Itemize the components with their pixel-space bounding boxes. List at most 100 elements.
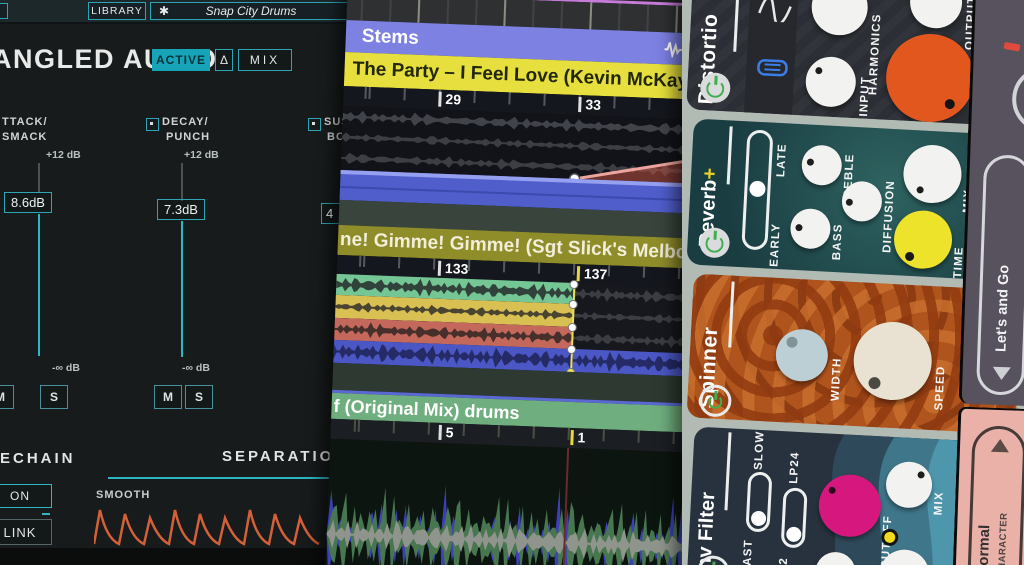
- speed-knob[interactable]: [852, 320, 934, 402]
- output-knob[interactable]: [909, 0, 964, 30]
- col2-label-1: DECAY/: [162, 116, 209, 128]
- slow-label: SLOW: [753, 432, 767, 471]
- width-knob[interactable]: [775, 328, 830, 383]
- reverb-power-button[interactable]: [699, 227, 731, 259]
- library-button[interactable]: LIBRARY: [88, 2, 146, 20]
- late-label: LATE: [775, 125, 790, 178]
- separation-divider: [108, 477, 354, 479]
- bass-knob[interactable]: [789, 208, 831, 250]
- sidechain-label: ECHAIN: [0, 450, 76, 467]
- col1-label-1: TTACK/: [2, 116, 48, 128]
- knob-indicator: [945, 99, 956, 110]
- col1-slider-track-top: [38, 163, 40, 193]
- card-knob-arc[interactable]: [1011, 65, 1024, 133]
- reverb-plus: +: [699, 167, 722, 180]
- knob-indicator: [828, 487, 835, 494]
- col2-mod-icon[interactable]: [146, 118, 159, 131]
- character-value: Normal: [975, 466, 996, 565]
- col1-min: -∞ dB: [52, 362, 80, 374]
- bass-label: BASS: [831, 208, 846, 261]
- col1-slider-track[interactable]: [38, 214, 40, 356]
- smooth-waveform: [94, 498, 322, 550]
- waveshape-icon[interactable]: [757, 0, 795, 23]
- knob-indicator: [795, 224, 802, 231]
- drive-knob[interactable]: [884, 32, 976, 124]
- left-plugin-panel: B LIBRARY ✱ Snap City Drums ANGLED AUDIO…: [0, 0, 360, 565]
- distortion-power-button[interactable]: [700, 72, 732, 104]
- diffusion-knob[interactable]: [841, 180, 883, 222]
- fast-label: FAST: [741, 535, 755, 565]
- input-label: INPUT: [858, 60, 873, 117]
- early-late-slider[interactable]: [741, 129, 773, 250]
- knob-indicator: [917, 471, 924, 478]
- sidechain-on-button[interactable]: ON: [0, 484, 52, 508]
- character-pill[interactable]: Normal CHARACTER: [967, 425, 1024, 565]
- col1-solo-button[interactable]: S: [40, 385, 68, 409]
- toggle-ball: [786, 526, 802, 542]
- link-tick: [42, 513, 50, 515]
- time-knob[interactable]: [893, 209, 954, 270]
- link-button[interactable]: LINK: [0, 519, 52, 545]
- knob-indicator: [916, 186, 923, 193]
- ruler3-num-1: 1: [570, 430, 585, 446]
- col2-label-2: PUNCH: [166, 131, 210, 143]
- lets-go-pill[interactable]: Let's and Go: [976, 154, 1024, 396]
- col1-mute-button[interactable]: M: [0, 385, 14, 409]
- mix-button[interactable]: MIX: [238, 49, 292, 71]
- character-card: Normal CHARACTER: [951, 407, 1024, 565]
- col2-max: +12 dB: [184, 149, 219, 161]
- speed-label: SPEED: [933, 348, 948, 411]
- ruler1-num-29: 29: [438, 92, 461, 108]
- ruler2-num-133: 133: [438, 261, 469, 277]
- width-label: WIDTH: [830, 335, 845, 402]
- delta-button[interactable]: Δ: [215, 49, 233, 71]
- early-label: EARLY: [768, 211, 783, 268]
- topbar-edge-button[interactable]: B: [0, 3, 8, 19]
- knob-indicator: [846, 199, 853, 206]
- character-label: CHARACTER: [997, 467, 1012, 565]
- tube-icon[interactable]: [754, 57, 791, 81]
- ruler1-num-33: 33: [578, 97, 601, 113]
- col2-min: -∞ dB: [182, 362, 210, 374]
- lp24-label: LP24: [788, 446, 802, 485]
- lp12-lp24-toggle[interactable]: [781, 487, 808, 548]
- ruler3-num-5: 5: [438, 425, 453, 441]
- col1-value-box[interactable]: 8.6dB: [4, 192, 52, 213]
- knob-indicator: [815, 67, 822, 74]
- col1-max: +12 dB: [46, 149, 81, 161]
- stage: B LIBRARY ✱ Snap City Drums ANGLED AUDIO…: [0, 0, 1024, 565]
- knob-indicator: [868, 377, 881, 390]
- lets-go-label: Let's and Go: [993, 182, 1015, 352]
- envfilter-mix-label: MIX: [932, 471, 946, 516]
- stems-label: Stems: [361, 26, 419, 50]
- preset-asterisk-icon: ✱: [159, 4, 169, 18]
- harmonics-knob[interactable]: [810, 0, 869, 37]
- up-arrow-icon[interactable]: [991, 439, 1009, 453]
- fast-slow-toggle[interactable]: [745, 471, 772, 532]
- col3-mod-icon[interactable]: [308, 118, 321, 131]
- knob-indicator: [905, 252, 914, 261]
- ruler2-num-137: 137: [577, 266, 608, 282]
- title-underline: [727, 126, 733, 184]
- col2-value-box[interactable]: 7.3dB: [157, 199, 205, 220]
- col1-label-2: SMACK: [2, 131, 47, 143]
- reverb-mix-knob[interactable]: [902, 144, 963, 205]
- left-plugin-topbar: B LIBRARY ✱ Snap City Drums: [0, 0, 360, 24]
- treble-knob[interactable]: [801, 144, 843, 186]
- active-button[interactable]: ACTIVE: [152, 49, 210, 71]
- preset-selector[interactable]: ✱ Snap City Drums: [150, 2, 352, 20]
- toggle-ball: [751, 511, 767, 527]
- slider-ball: [749, 180, 766, 197]
- lp12-label: LP12: [776, 551, 790, 565]
- col2-mute-button[interactable]: M: [154, 385, 182, 409]
- col2-slider-track[interactable]: [181, 221, 183, 357]
- input-knob[interactable]: [805, 56, 858, 109]
- preset-name: Snap City Drums: [206, 4, 297, 18]
- title-underline: [728, 281, 734, 347]
- col2-slider-track-top: [181, 163, 183, 201]
- col2-solo-button[interactable]: S: [185, 385, 213, 409]
- spinner-power-button[interactable]: [699, 384, 733, 418]
- knob-indicator: [807, 158, 814, 165]
- red-marker: [1004, 42, 1021, 52]
- down-arrow-icon[interactable]: [992, 367, 1010, 381]
